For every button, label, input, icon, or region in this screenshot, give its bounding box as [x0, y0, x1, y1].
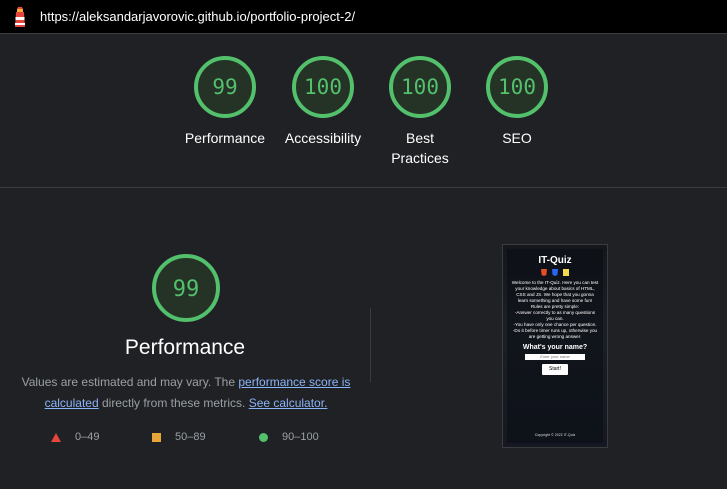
- thumbnail-rule: -Do it before timer runs up, otherwise y…: [512, 328, 598, 339]
- thumbnail-question: What's your name?: [522, 344, 588, 351]
- legend-item-good: 90–100: [259, 430, 319, 444]
- category-gauges: 99 Performance 100 Accessibility 100 Bes…: [0, 54, 727, 172]
- legend-range: 0–49: [75, 431, 100, 443]
- html5-icon: [541, 269, 547, 276]
- thumbnail-footer: Copyright © 2022 IT-Quiz: [534, 433, 576, 437]
- gauge-score: 100: [401, 75, 439, 99]
- legend-item-poor: 0–49: [51, 430, 99, 444]
- performance-title: Performance: [124, 336, 246, 359]
- page-url[interactable]: https://aleksandarjavorovic.github.io/po…: [40, 9, 355, 24]
- thumbnail-intro: Welcome to the IT-Quiz. Here you can tes…: [511, 280, 599, 303]
- desc-prefix: Values are estimated and may vary. The: [21, 375, 239, 389]
- performance-score: 99: [173, 277, 200, 302]
- performance-gauge: 99: [152, 254, 220, 322]
- thumbnail-name-input: Enter your name: [525, 354, 585, 360]
- gauge-ring: 100: [389, 56, 451, 118]
- gauge-score: 100: [498, 75, 536, 99]
- gauge-performance[interactable]: 99 Performance: [170, 54, 280, 148]
- vertical-divider: [370, 308, 371, 382]
- thumbnail-content: IT-Quiz Welcome to the IT-Quiz. Here you…: [507, 249, 603, 443]
- section-divider: [0, 187, 727, 188]
- thumbnail-logos: [507, 269, 603, 276]
- lighthouse-icon: [15, 7, 25, 27]
- gauge-best-practices[interactable]: 100 Best Practices: [365, 54, 475, 168]
- see-calculator-link[interactable]: See calculator.: [249, 396, 328, 410]
- js-icon: [563, 269, 569, 276]
- page-screenshot-thumbnail[interactable]: IT-Quiz Welcome to the IT-Quiz. Here you…: [502, 244, 608, 448]
- thumbnail-title: IT-Quiz: [538, 255, 572, 266]
- gauge-label: Accessibility: [284, 130, 362, 146]
- css3-icon: [552, 269, 558, 276]
- gauge-ring: 99: [194, 56, 256, 118]
- red-triangle-icon: [51, 432, 61, 442]
- performance-description: Values are estimated and may vary. The p…: [18, 372, 354, 414]
- desc-middle: directly from these metrics.: [98, 396, 249, 410]
- green-circle-icon: [259, 432, 268, 442]
- gauge-ring: 100: [292, 56, 354, 118]
- address-bar: https://aleksandarjavorovic.github.io/po…: [0, 0, 727, 34]
- thumbnail-text: Welcome to the IT-Quiz. Here you can tes…: [511, 280, 599, 340]
- thumbnail-start-button: Start!: [542, 364, 568, 375]
- legend-item-average: 50–89: [152, 430, 206, 444]
- gauge-score: 99: [212, 75, 237, 99]
- gauge-label: Performance: [184, 130, 266, 146]
- gauge-seo[interactable]: 100 SEO: [462, 54, 572, 148]
- gauge-accessibility[interactable]: 100 Accessibility: [268, 54, 378, 148]
- thumbnail-rule: -Answer correctly to as many questions y…: [514, 310, 596, 321]
- gauge-label: SEO: [502, 130, 532, 146]
- gauge-label: Best Practices: [391, 130, 449, 166]
- gauge-score: 100: [304, 75, 342, 99]
- legend-range: 90–100: [282, 431, 319, 443]
- legend-range: 50–89: [175, 431, 206, 443]
- orange-square-icon: [152, 432, 161, 442]
- gauge-ring: 100: [486, 56, 548, 118]
